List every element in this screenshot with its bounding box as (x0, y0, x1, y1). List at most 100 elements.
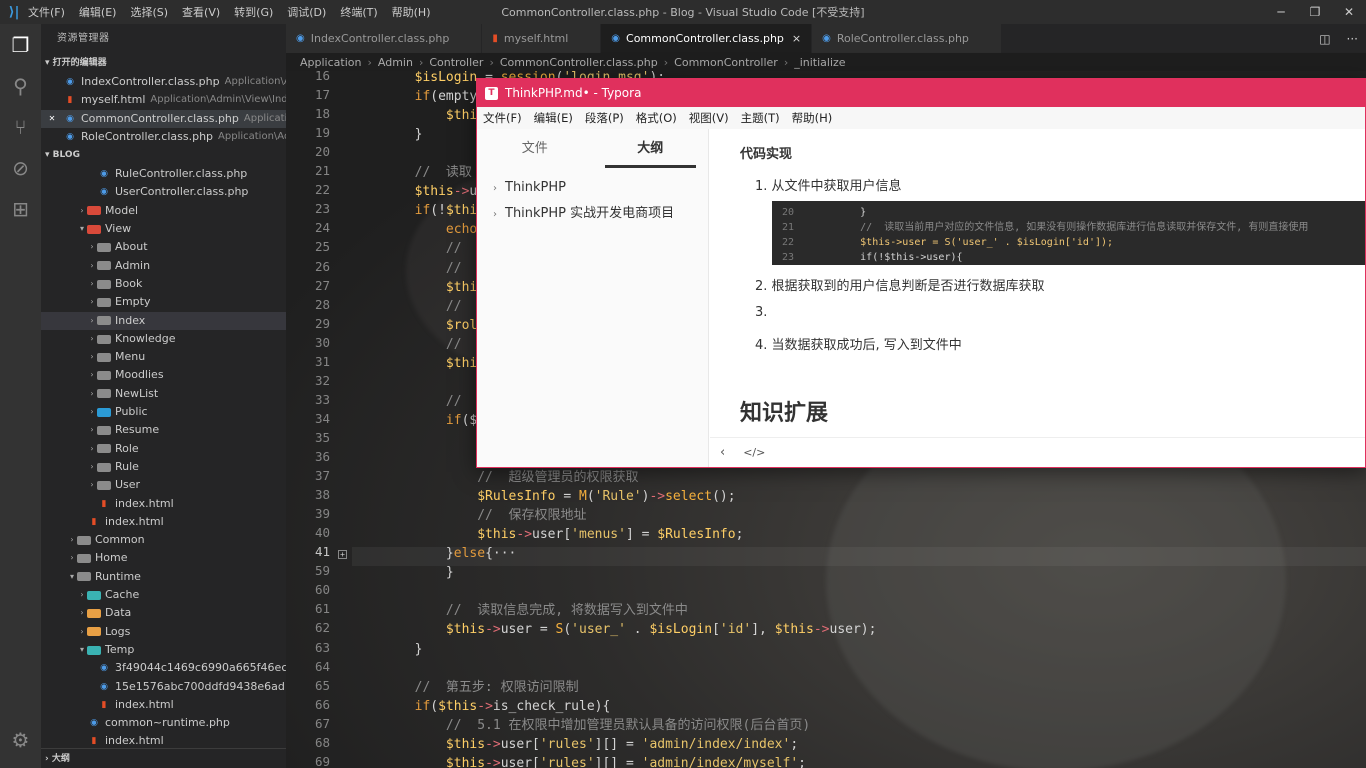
menu-item-5[interactable]: 调试(D) (287, 6, 326, 19)
tree-item[interactable]: › Logs (41, 623, 286, 641)
open-editor-item[interactable]: ◉ IndexController.class.php Application\Ad… (41, 73, 286, 91)
php-file-icon: ◉ (66, 131, 74, 142)
html-file-icon: ▮ (101, 498, 107, 509)
menu-item-7[interactable]: 帮助(H) (392, 6, 431, 19)
chevron-right-icon[interactable]: › (493, 209, 497, 220)
breadcrumb-item[interactable]: CommonController (674, 56, 778, 69)
editor-tab[interactable]: ◉ IndexController.class.php (286, 24, 483, 53)
back-icon[interactable]: ‹ (720, 445, 725, 460)
minimize-button[interactable]: ─ (1264, 0, 1298, 24)
tree-item-label: index.html (115, 496, 174, 510)
tree-item[interactable]: › Knowledge (41, 330, 286, 348)
folder-icon (97, 389, 111, 399)
outline-item[interactable]: › ThinkPHP 实战开发电商项目 (477, 201, 708, 227)
typora-menu-item[interactable]: 文件(F) (483, 110, 522, 126)
tree-item[interactable]: › Rule (41, 458, 286, 476)
tree-item[interactable]: › Cache (41, 586, 286, 604)
tree-item[interactable]: ▾ Temp (41, 641, 286, 659)
outline-header[interactable]: › 大纲 (41, 748, 286, 768)
typora-tab-outline[interactable]: 大纲 (593, 129, 709, 169)
tree-item[interactable]: ◉ 15e1576abc700ddfd9438e6ad1c8... (41, 678, 286, 696)
split-editor-icon[interactable]: ◫ (1319, 32, 1330, 46)
breadcrumb-item[interactable]: Controller (429, 56, 483, 69)
editor-tab[interactable]: ◉ RoleController.class.php (812, 24, 1002, 53)
tree-item[interactable]: ▾ Runtime (41, 568, 286, 586)
close-icon[interactable]: ✕ (41, 110, 63, 128)
editor-tab[interactable]: ▮ myself.html (482, 24, 602, 53)
code-line: // (352, 336, 462, 352)
tree-item[interactable]: › Data (41, 604, 286, 622)
menu-item-3[interactable]: 查看(V) (182, 6, 220, 19)
typora-menu-item[interactable]: 视图(V) (689, 110, 729, 126)
tree-item[interactable]: › Book (41, 275, 286, 293)
editor-tab[interactable]: ◉ CommonController.class.php × (601, 24, 813, 53)
tree-item[interactable]: ▾ View (41, 220, 286, 238)
chevron-icon: › (80, 590, 84, 600)
tree-item[interactable]: ▮ index.html (41, 696, 286, 714)
tree-item[interactable]: › Model (41, 202, 286, 220)
tree-item[interactable]: › User (41, 476, 286, 494)
typora-menu-item[interactable]: 段落(P) (585, 110, 624, 126)
typora-menu-item[interactable]: 主题(T) (741, 110, 780, 126)
typora-document[interactable]: 代码实现 1. 从文件中获取用户信息 20 } 21 // 读取当前用户对应的文件… (710, 129, 1365, 467)
tree-item[interactable]: › Menu (41, 348, 286, 366)
tree-item[interactable]: ◉ common~runtime.php (41, 714, 286, 732)
debug-icon[interactable]: ⊘ (0, 147, 41, 188)
gear-icon[interactable]: ⚙ (0, 719, 41, 760)
folder-icon (97, 480, 111, 490)
menu-item-6[interactable]: 终端(T) (340, 6, 377, 19)
more-actions-icon[interactable]: ··· (1347, 32, 1358, 46)
breadcrumb-item[interactable]: Admin (378, 56, 413, 69)
menu-item-0[interactable]: 文件(F) (28, 6, 65, 19)
breadcrumb-item[interactable]: _initialize (794, 56, 845, 69)
tree-item[interactable]: › Common (41, 531, 286, 549)
open-editor-item[interactable]: ◉ RoleController.class.php Application\Ad.… (41, 128, 286, 146)
line-number: 17 (314, 87, 330, 103)
file-path: Application\Ad... (224, 76, 286, 87)
typora-menu-item[interactable]: 编辑(E) (534, 110, 573, 126)
tree-item[interactable]: › Home (41, 549, 286, 567)
open-editors-header[interactable]: ▾ 打开的编辑器 (41, 54, 286, 73)
typora-menu-item[interactable]: 格式(O) (636, 110, 677, 126)
typora-tab-files[interactable]: 文件 (477, 129, 593, 169)
tree-item[interactable]: › Moodlies (41, 366, 286, 384)
tree-item[interactable]: ▮ index.html (41, 495, 286, 513)
extensions-icon[interactable]: ⊞ (0, 188, 41, 229)
chevron-right-icon[interactable]: › (493, 183, 497, 194)
tree-item[interactable]: › Role (41, 440, 286, 458)
breadcrumb-item[interactable]: Application (300, 56, 361, 69)
tree-item[interactable]: › Admin (41, 257, 286, 275)
tree-item[interactable]: › Public (41, 403, 286, 421)
maximize-button[interactable]: ❐ (1298, 0, 1332, 24)
line-number: 21 (314, 163, 330, 179)
file-name: IndexController.class.php (81, 75, 220, 88)
breadcrumb-item[interactable]: CommonController.class.php (500, 56, 658, 69)
tree-item[interactable]: ◉ UserController.class.php (41, 183, 286, 201)
menu-item-4[interactable]: 转到(G) (234, 6, 273, 19)
tree-item[interactable]: › Resume (41, 421, 286, 439)
tree-item[interactable]: ◉ RuleController.class.php (41, 165, 286, 183)
source-mode-icon[interactable]: </> (743, 446, 765, 459)
source-control-icon[interactable]: ⑂ (0, 106, 41, 147)
typora-menu-item[interactable]: 帮助(H) (792, 110, 833, 126)
project-header[interactable]: ▾ BLOG (41, 146, 286, 165)
open-editor-item[interactable]: ▮ myself.html Application\Admin\View\Index (41, 91, 286, 109)
tree-item[interactable]: ◉ 3f49044c1469c6990a665f46ec6c0... (41, 659, 286, 677)
tree-item[interactable]: › Empty (41, 293, 286, 311)
open-editor-item[interactable]: ✕◉ CommonController.class.php Applicatio..… (41, 109, 286, 128)
menu-item-1[interactable]: 编辑(E) (79, 6, 117, 19)
menu-item-2[interactable]: 选择(S) (130, 6, 168, 19)
tree-item[interactable]: › Index (41, 311, 286, 330)
tab-label: IndexController.class.php (310, 32, 450, 45)
explorer-icon[interactable]: ❐ (0, 24, 41, 65)
outline-item[interactable]: › ThinkPHP (477, 175, 708, 201)
tree-item[interactable]: › About (41, 238, 286, 256)
tree-item[interactable]: › NewList (41, 385, 286, 403)
tree-item-label: Resume (115, 423, 160, 437)
fold-toggle-icon[interactable]: + (338, 550, 347, 559)
tab-close-icon[interactable]: × (792, 32, 801, 45)
close-button[interactable]: ✕ (1332, 0, 1366, 24)
line-number: 33 (314, 391, 330, 407)
search-icon[interactable]: ⚲ (0, 65, 41, 106)
tree-item[interactable]: ▮ index.html (41, 513, 286, 531)
